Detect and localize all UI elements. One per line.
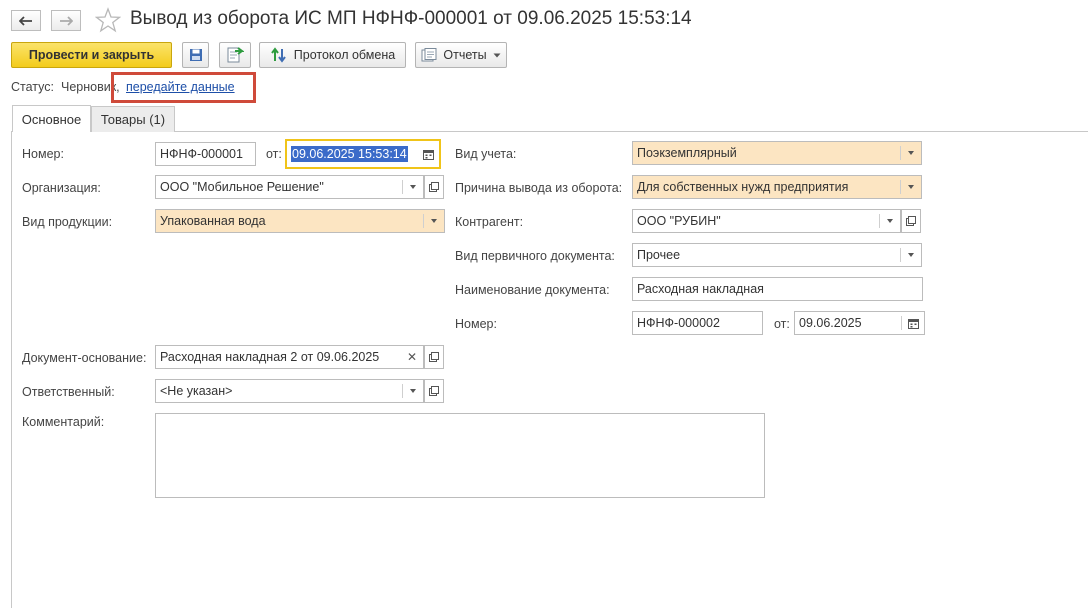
primary-number-field[interactable]: НФНФ-000002 xyxy=(632,311,763,335)
tab-goods[interactable]: Товары (1) xyxy=(91,106,175,132)
open-icon xyxy=(906,216,916,226)
calendar-icon xyxy=(907,318,919,329)
number-value: НФНФ-000001 xyxy=(160,147,243,161)
open-icon xyxy=(429,386,439,396)
counterparty-open-button[interactable] xyxy=(901,209,921,233)
withdrawal-reason-label: Причина вывода из оборота: xyxy=(455,181,623,195)
accounting-type-value: Поэкземплярный xyxy=(637,146,737,160)
calendar-button[interactable] xyxy=(417,141,439,167)
date-value: 09.06.2025 15:53:14 xyxy=(291,146,408,162)
reports-icon xyxy=(421,48,437,62)
star-icon xyxy=(94,7,122,33)
exchange-protocol-label: Протокол обмена xyxy=(293,48,396,62)
comment-label: Комментарий: xyxy=(22,415,105,429)
status-label: Статус: xyxy=(11,80,54,94)
responsible-dropdown-button[interactable] xyxy=(403,380,423,402)
content-border xyxy=(11,131,12,608)
comment-field[interactable] xyxy=(155,413,765,498)
primary-date-field[interactable]: 09.06.2025 xyxy=(794,311,925,335)
product-type-dropdown-button[interactable] xyxy=(424,210,444,232)
doc-name-label: Наименование документа: xyxy=(455,283,610,297)
exchange-protocol-icon xyxy=(270,47,286,63)
organization-open-button[interactable] xyxy=(424,175,444,199)
withdrawal-reason-dropdown-button[interactable] xyxy=(901,176,921,198)
counterparty-dropdown-button[interactable] xyxy=(880,210,900,232)
clear-button[interactable]: ✕ xyxy=(401,346,423,368)
calendar-icon xyxy=(422,149,434,160)
post-icon xyxy=(227,47,244,63)
counterparty-value: ООО "РУБИН" xyxy=(637,214,721,228)
product-type-value: Упакованная вода xyxy=(160,214,266,228)
organization-dropdown-button[interactable] xyxy=(403,176,423,198)
primary-doc-type-value: Прочее xyxy=(637,248,681,262)
primary-date-label: от: xyxy=(774,317,790,331)
back-button[interactable] xyxy=(11,10,41,31)
open-icon xyxy=(429,352,439,362)
post-and-close-button[interactable]: Провести и закрыть xyxy=(11,42,172,68)
product-type-field[interactable]: Упакованная вода xyxy=(155,209,445,233)
base-document-open-button[interactable] xyxy=(424,345,444,369)
responsible-label: Ответственный: xyxy=(22,385,115,399)
withdrawal-reason-value: Для собственных нужд предприятия xyxy=(637,180,849,194)
exchange-protocol-button[interactable]: Протокол обмена xyxy=(259,42,406,68)
number-label: Номер: xyxy=(22,147,64,161)
organization-value: ООО "Мобильное Решение" xyxy=(160,180,324,194)
favorite-star-button[interactable] xyxy=(94,7,122,33)
save-button[interactable] xyxy=(182,42,209,68)
save-icon xyxy=(189,49,202,61)
reports-menu-button[interactable]: Отчеты xyxy=(415,42,507,68)
annotation-highlight-box xyxy=(111,72,256,103)
responsible-value: <Не указан> xyxy=(160,384,233,398)
page-title: Вывод из оборота ИС МП НФНФ-000001 от 09… xyxy=(130,8,692,29)
base-document-field[interactable]: Расходная накладная 2 от 09.06.2025 ✕ xyxy=(155,345,424,369)
counterparty-label: Контрагент: xyxy=(455,215,524,229)
calendar-button[interactable] xyxy=(902,312,924,334)
open-icon xyxy=(429,182,439,192)
primary-number-value: НФНФ-000002 xyxy=(637,316,720,330)
accounting-type-label: Вид учета: xyxy=(455,147,517,161)
responsible-field[interactable]: <Не указан> xyxy=(155,379,424,403)
base-document-label: Документ-основание: xyxy=(22,351,147,365)
reports-label: Отчеты xyxy=(443,48,487,62)
accounting-type-field[interactable]: Поэкземплярный xyxy=(632,141,922,165)
primary-doc-type-dropdown-button[interactable] xyxy=(901,244,921,266)
chevron-down-icon xyxy=(493,53,501,57)
organization-label: Организация: xyxy=(22,181,101,195)
clear-icon: ✕ xyxy=(406,350,418,364)
primary-doc-type-field[interactable]: Прочее xyxy=(632,243,922,267)
tab-main[interactable]: Основное xyxy=(12,105,91,132)
withdrawal-reason-field[interactable]: Для собственных нужд предприятия xyxy=(632,175,922,199)
number-field[interactable]: НФНФ-000001 xyxy=(155,142,256,166)
date-field[interactable]: 09.06.2025 15:53:14 xyxy=(285,139,441,169)
primary-date-value: 09.06.2025 xyxy=(799,316,862,330)
responsible-open-button[interactable] xyxy=(424,379,444,403)
doc-name-field[interactable]: Расходная накладная xyxy=(632,277,923,301)
accounting-type-dropdown-button[interactable] xyxy=(901,142,921,164)
doc-name-value: Расходная накладная xyxy=(637,282,764,296)
base-document-value: Расходная накладная 2 от 09.06.2025 xyxy=(160,350,380,364)
counterparty-field[interactable]: ООО "РУБИН" xyxy=(632,209,901,233)
forward-button[interactable] xyxy=(51,10,81,31)
forward-arrow-icon xyxy=(60,15,73,26)
back-arrow-icon xyxy=(19,15,32,26)
primary-number-label: Номер: xyxy=(455,317,497,331)
date-label: от: xyxy=(266,147,282,161)
primary-doc-type-label: Вид первичного документа: xyxy=(455,249,615,263)
product-type-label: Вид продукции: xyxy=(22,215,113,229)
post-button[interactable] xyxy=(219,42,251,68)
organization-field[interactable]: ООО "Мобильное Решение" xyxy=(155,175,424,199)
